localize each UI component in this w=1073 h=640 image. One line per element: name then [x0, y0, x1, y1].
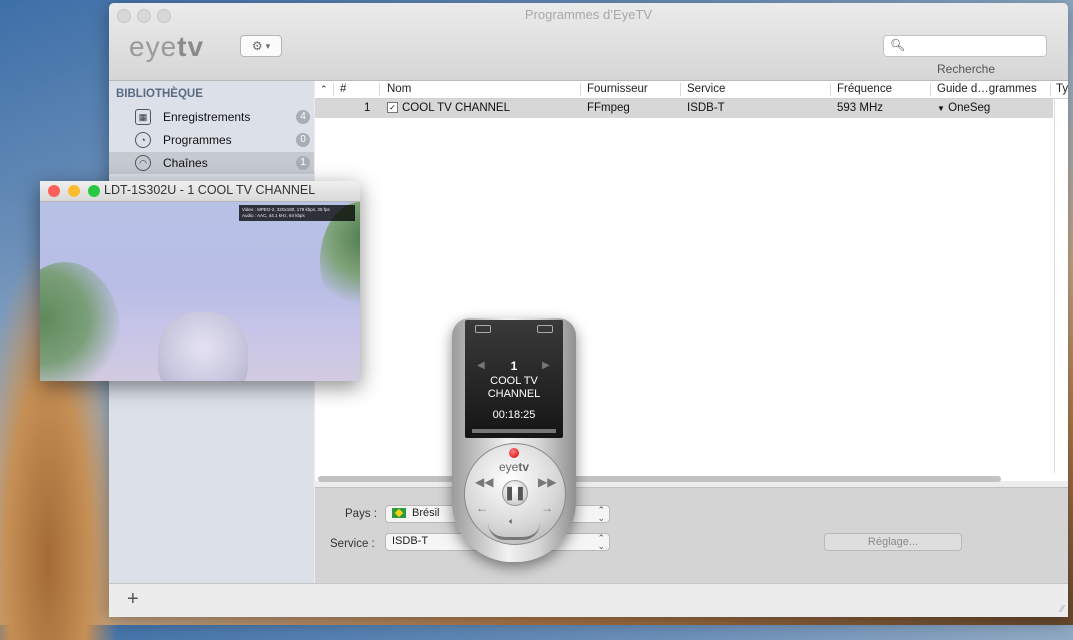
- cell-frequence: 593 MHz: [837, 102, 884, 114]
- eyetv-remote: ◀ ▶ 1 COOL TV CHANNEL 00:18:25 eyetv ◀◀ …: [452, 318, 576, 562]
- cell-service: ISDB-T: [687, 102, 725, 114]
- sidebar-item-enregistrements[interactable]: ▦ Enregistrements 4: [109, 106, 314, 128]
- horizontal-scrollbar[interactable]: [318, 476, 1001, 482]
- player-close-button[interactable]: [48, 185, 60, 197]
- back-arrow-icon[interactable]: ←: [476, 501, 488, 515]
- fast-forward-icon[interactable]: ▶▶: [538, 475, 556, 489]
- table-header: ⌃ # Nom Fournisseur Service Fréquence Gu…: [315, 81, 1068, 99]
- player-zoom-button[interactable]: [88, 185, 100, 197]
- window-footer: + ⁄⁄: [109, 583, 1068, 617]
- cell-nom: ✓ COOL TV CHANNEL: [387, 102, 510, 114]
- column-header-number[interactable]: #: [340, 83, 346, 95]
- search-input[interactable]: 🔍︎: [883, 35, 1047, 57]
- window-title: Programmes d’EyeTV: [524, 7, 653, 22]
- action-menu-button[interactable]: ⚙ ▾: [240, 35, 282, 57]
- column-header-fournisseur[interactable]: Fournisseur: [587, 83, 648, 95]
- window-toolbar: Programmes d’EyeTV eyetv ⚙ ▾ 🔍︎ Recherch…: [109, 3, 1068, 81]
- sidebar-item-label: Enregistrements: [163, 110, 251, 124]
- player-minimize-button[interactable]: [68, 185, 80, 197]
- vertical-scroll-track[interactable]: [1054, 99, 1055, 473]
- column-header-nom[interactable]: Nom: [387, 83, 411, 95]
- sidebar-item-label: Programmes: [163, 133, 232, 147]
- dish-icon: ◠: [135, 155, 151, 171]
- remote-progress-bar[interactable]: [472, 429, 556, 433]
- count-badge: 4: [296, 110, 310, 124]
- film-icon: ▦: [135, 109, 151, 125]
- updown-arrows-icon: ⌃ ⌄: [597, 533, 605, 551]
- gear-icon: ⚙: [251, 39, 263, 53]
- sidebar-heading: BIBLIOTHÈQUE: [116, 88, 203, 100]
- video-frame[interactable]: Video : MPEG-2, 320x180, 179 kbps, 25 fp…: [40, 202, 360, 381]
- column-header-service[interactable]: Service: [687, 83, 725, 95]
- clock-icon: ◔: [135, 132, 151, 148]
- list-icon[interactable]: [537, 325, 553, 333]
- search-icon: 🔍︎: [890, 38, 906, 52]
- player-titlebar: LDT-1S302U - 1 COOL TV CHANNEL: [40, 181, 360, 202]
- channel-settings-panel: Pays : Brésil ⌃ ⌄ Service : ISDB-T ⌃ ⌄ Rég…: [315, 487, 1068, 584]
- pays-label: Pays :: [345, 508, 377, 520]
- count-badge: 1: [296, 156, 310, 170]
- video-player-window: LDT-1S302U - 1 COOL TV CHANNEL Video : M…: [40, 181, 360, 381]
- video-character: [158, 312, 248, 381]
- column-header-frequence[interactable]: Fréquence: [837, 83, 892, 95]
- eyetv-logo: eyetv: [129, 31, 205, 62]
- column-header-type[interactable]: Ty: [1056, 83, 1068, 95]
- stream-info-overlay: Video : MPEG-2, 320x180, 179 kbps, 25 fp…: [239, 205, 355, 221]
- cell-fournisseur: FFmpeg: [587, 102, 630, 114]
- updown-arrows-icon: ⌃ ⌄: [597, 505, 605, 523]
- cell-guide[interactable]: ▼ OneSeg: [937, 102, 990, 114]
- column-header-guide[interactable]: Guide d…grammes: [937, 83, 1037, 95]
- table-row[interactable]: 1 ✓ COOL TV CHANNEL FFmpeg ISDB-T 593 MHz…: [315, 99, 1053, 118]
- dropdown-arrow-icon: ▼: [937, 104, 945, 113]
- chevron-down-icon: ▾: [265, 40, 271, 51]
- add-icon[interactable]: +: [127, 588, 139, 611]
- pause-button[interactable]: ❚❚: [502, 480, 528, 506]
- sidebar-item-chaines[interactable]: ◠ Chaînes 1: [109, 152, 314, 174]
- count-badge: 0: [296, 133, 310, 147]
- remote-logo: eyetv: [498, 460, 530, 474]
- cell-number: 1: [364, 102, 371, 114]
- forward-arrow-icon[interactable]: →: [541, 501, 553, 515]
- remote-channel-name: COOL TV CHANNEL: [487, 375, 541, 400]
- sidebar-item-label: Chaînes: [163, 156, 208, 170]
- resize-grip-icon[interactable]: ⁄⁄: [1061, 604, 1064, 615]
- search-label: Recherche: [937, 62, 996, 76]
- service-label: Service :: [330, 538, 375, 550]
- video-tree-left: [40, 262, 120, 381]
- brazil-flag-icon: [392, 508, 406, 519]
- reglage-button[interactable]: Réglage...: [824, 533, 962, 551]
- menu-icon[interactable]: [475, 325, 491, 333]
- remote-channel-number: 1: [510, 359, 518, 373]
- sidebar-item-programmes[interactable]: ◔ Programmes 0: [109, 129, 314, 151]
- remote-time: 00:18:25: [492, 409, 536, 421]
- player-title: LDT-1S302U - 1 COOL TV CHANNEL: [104, 183, 316, 197]
- remote-display: ◀ ▶ 1 COOL TV CHANNEL 00:18:25: [465, 320, 563, 438]
- record-button[interactable]: [509, 448, 519, 458]
- enabled-checkbox[interactable]: ✓: [387, 102, 398, 114]
- channels-table: ⌃ # Nom Fournisseur Service Fréquence Gu…: [315, 81, 1068, 482]
- sort-up-icon[interactable]: ⌃: [320, 84, 328, 95]
- rewind-icon[interactable]: ◀◀: [475, 475, 493, 489]
